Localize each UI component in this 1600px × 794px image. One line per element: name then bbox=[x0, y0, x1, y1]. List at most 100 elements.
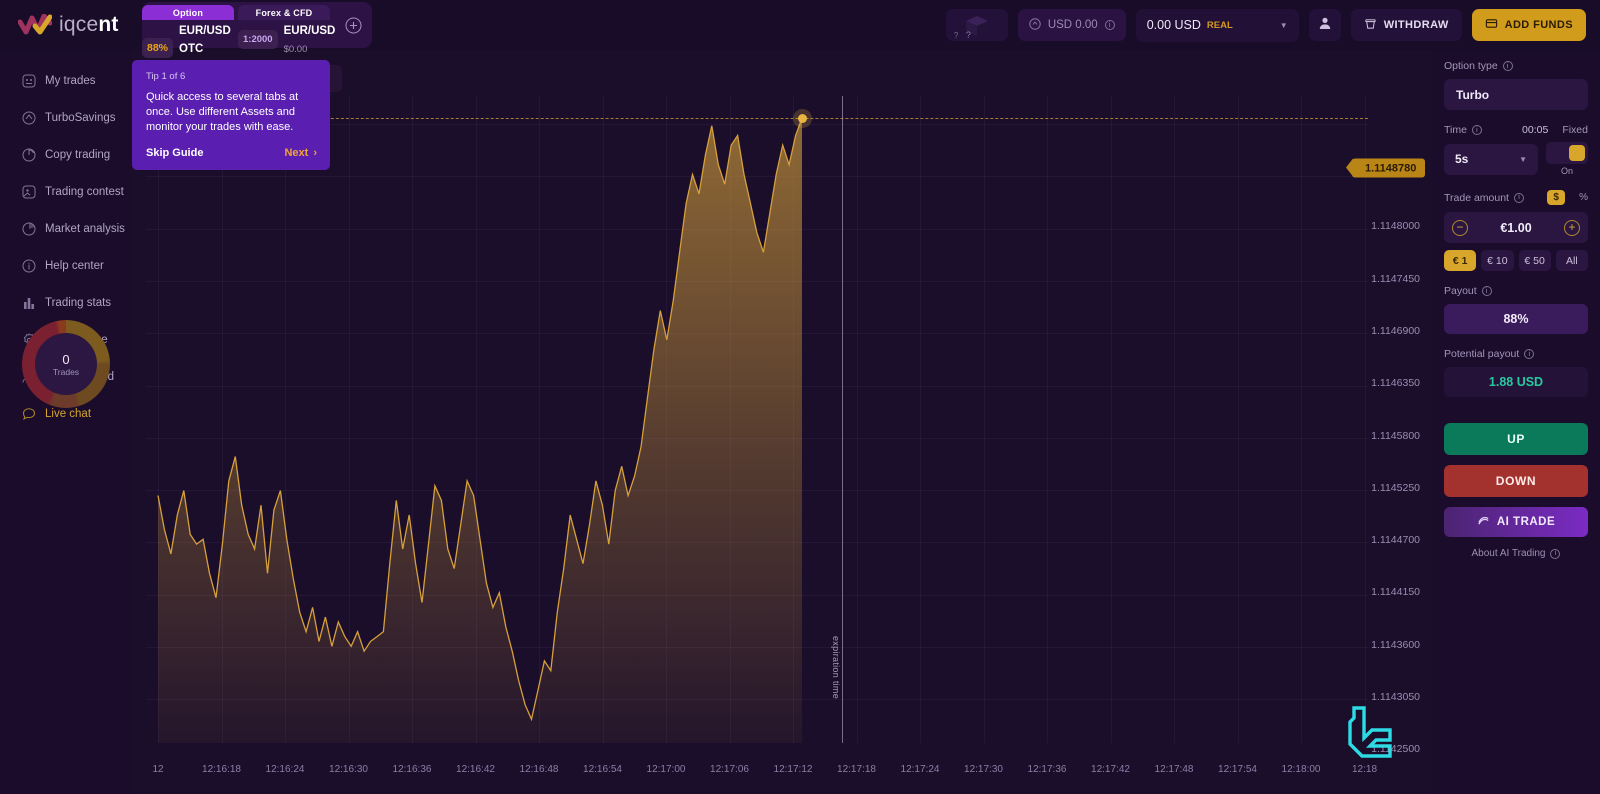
time-axis-tick: 12:16:36 bbox=[392, 764, 432, 775]
sidebar-item-label: Market analysis bbox=[45, 223, 125, 235]
withdraw-button[interactable]: WITHDRAW bbox=[1350, 9, 1462, 41]
time-axis-tick: 12:17:42 bbox=[1091, 764, 1130, 775]
time-axis-tick: 12 bbox=[152, 764, 164, 775]
time-label: Time bbox=[1444, 124, 1467, 136]
price-axis: 1.11485501.11480001.11474501.11469001.11… bbox=[1336, 100, 1432, 794]
guide-next-button[interactable]: Next › bbox=[284, 147, 317, 159]
option-type-info-icon[interactable]: i bbox=[1502, 61, 1513, 71]
trade-amount-label: Trade amount bbox=[1444, 191, 1509, 204]
time-axis-tick: 12:16:24 bbox=[265, 764, 305, 775]
add-funds-button[interactable]: ADD FUNDS bbox=[1471, 9, 1586, 41]
sidebar-item-trading-stats[interactable]: Trading stats bbox=[0, 290, 132, 316]
price-axis-tick: 1.1146350 bbox=[1371, 377, 1420, 390]
bonus-info-icon[interactable]: i bbox=[1104, 20, 1115, 30]
time-axis-tick: 12:16:48 bbox=[519, 764, 559, 775]
asset-tab-option[interactable]: Option 88% EUR/USD OTC $0.00 bbox=[142, 3, 238, 73]
top-bar: iqcent Option 88% EUR/USD OTC $0.00 Fore… bbox=[0, 0, 1600, 73]
brand-name-light: iqce bbox=[59, 13, 99, 36]
gift-box-button[interactable]: ? ? bbox=[945, 9, 1008, 41]
ai-trade-button[interactable]: AI TRADE bbox=[1444, 507, 1588, 537]
balance-selector[interactable]: 0.00 USD REAL ▼ bbox=[1135, 8, 1299, 42]
turbo-savings-icon bbox=[22, 111, 36, 125]
down-button[interactable]: DOWN bbox=[1444, 465, 1588, 497]
option-type-label: Option type bbox=[1444, 60, 1498, 72]
asset-tab-forex[interactable]: Forex & CFD 1:2000 EUR/USD $0.00 bbox=[238, 3, 335, 55]
ai-sparkle-icon bbox=[1477, 514, 1490, 530]
top-bar-right: ? ? USD 0.00 i 0.00 USD REAL ▼ WITHDRAW … bbox=[945, 8, 1600, 42]
price-axis-tick: 1.1145800 bbox=[1371, 429, 1420, 442]
add-funds-label: ADD FUNDS bbox=[1504, 19, 1573, 31]
fixed-time-toggle[interactable] bbox=[1546, 142, 1588, 164]
quick-amount-button-0[interactable]: € 1 bbox=[1444, 250, 1477, 271]
price-axis-tick: 1.1143600 bbox=[1371, 638, 1420, 651]
price-axis-tick: 1.1148000 bbox=[1371, 220, 1420, 233]
trade-amount-stepper[interactable]: − €1.00 + bbox=[1444, 212, 1588, 243]
time-info-icon[interactable]: i bbox=[1471, 125, 1482, 135]
about-ai-label: About AI Trading bbox=[1471, 548, 1546, 559]
current-price-marker bbox=[797, 113, 807, 123]
time-axis-tick: 12:16:18 bbox=[202, 764, 241, 775]
bonus-label: USD 0.00 bbox=[1047, 19, 1098, 31]
plus-circle-icon[interactable]: + bbox=[1564, 219, 1580, 236]
option-type-label-row: Option type i bbox=[1444, 60, 1588, 72]
my-trades-icon bbox=[22, 74, 36, 88]
bonus-balance-chip[interactable]: USD 0.00 i bbox=[1017, 9, 1126, 41]
add-asset-icon[interactable] bbox=[340, 12, 366, 38]
quick-amount-button-1[interactable]: € 10 bbox=[1481, 250, 1514, 271]
minus-circle-icon[interactable]: − bbox=[1452, 219, 1468, 236]
brand-name-bold: nt bbox=[98, 13, 119, 36]
time-axis-tick: 12:18:00 bbox=[1281, 764, 1321, 775]
time-axis-tick: 12:18 bbox=[1351, 764, 1378, 775]
chevron-down-icon[interactable]: ▼ bbox=[1280, 21, 1288, 30]
up-button[interactable]: UP bbox=[1444, 423, 1588, 455]
quick-amount-button-2[interactable]: € 50 bbox=[1518, 250, 1551, 271]
asset-leverage-badge: 1:2000 bbox=[238, 29, 278, 49]
trades-count: 0 bbox=[62, 351, 70, 367]
currency-mode-button[interactable]: $ bbox=[1547, 190, 1566, 205]
potential-payout-info-icon[interactable]: i bbox=[1524, 349, 1535, 359]
sidebar-item-label: Trading contest bbox=[45, 186, 124, 198]
time-countdown: 00:05 bbox=[1522, 124, 1549, 136]
trade-amount-value[interactable]: €1.00 bbox=[1500, 221, 1531, 235]
sidebar-item-label: Help center bbox=[45, 260, 104, 272]
bonus-icon bbox=[1029, 17, 1041, 33]
trades-donut-widget[interactable]: 0 Trades bbox=[22, 320, 110, 408]
time-axis-tick: 12:17:24 bbox=[900, 764, 940, 775]
sidebar-item-market-analysis[interactable]: Market analysis bbox=[0, 216, 132, 242]
percent-mode-button[interactable]: % bbox=[1579, 192, 1588, 203]
about-ai-info-icon[interactable]: i bbox=[1550, 548, 1561, 559]
brand-logo[interactable]: iqcent bbox=[0, 13, 140, 37]
expiry-time-select[interactable]: 5s ▼ bbox=[1444, 143, 1538, 175]
trade-amount-label-row: Trade amount i bbox=[1444, 192, 1524, 204]
sidebar-item-help-center[interactable]: Help center bbox=[0, 253, 132, 279]
gift-q1: ? bbox=[953, 31, 959, 40]
time-axis-tick: 12:17:30 bbox=[964, 764, 1003, 775]
sidebar-item-turbosavings[interactable]: TurboSavings bbox=[0, 105, 132, 131]
trade-amount-info-icon[interactable]: i bbox=[1513, 192, 1524, 203]
time-axis-tick: 12:17:12 bbox=[773, 764, 813, 775]
time-axis-tick: 12:16:42 bbox=[456, 764, 495, 775]
quick-amount-group: € 1 € 10 € 50 All bbox=[1444, 250, 1588, 271]
toggle-knob bbox=[1569, 145, 1585, 161]
option-type-select[interactable]: Turbo bbox=[1444, 79, 1588, 110]
user-icon bbox=[1318, 16, 1332, 35]
trading-contest-icon bbox=[22, 185, 36, 199]
sidebar-item-label: My trades bbox=[45, 75, 96, 87]
time-label-row: Time i bbox=[1444, 124, 1482, 136]
guide-step-counter: Tip 1 of 6 bbox=[146, 71, 186, 82]
guide-next-label: Next bbox=[284, 147, 309, 159]
about-ai-trading-link[interactable]: About AI Trading i bbox=[1444, 548, 1588, 559]
quick-amount-button-3[interactable]: All bbox=[1555, 250, 1588, 271]
payout-label: Payout bbox=[1444, 285, 1477, 297]
skip-guide-button[interactable]: Skip Guide bbox=[146, 147, 203, 159]
sidebar-item-label: Live chat bbox=[45, 408, 92, 420]
asset-value-forex: $0.00 bbox=[283, 44, 308, 55]
sidebar-item-copy-trading[interactable]: Copy trading bbox=[0, 142, 132, 168]
payout-info-icon[interactable]: i bbox=[1481, 286, 1492, 296]
sidebar-item-my-trades[interactable]: My trades bbox=[0, 68, 132, 94]
sidebar-item-trading-contest[interactable]: Trading contest bbox=[0, 179, 132, 205]
withdraw-label: WITHDRAW bbox=[1383, 19, 1449, 31]
asset-tab-category-forex: Forex & CFD bbox=[238, 5, 330, 20]
live-chat-icon bbox=[22, 407, 36, 421]
profile-button[interactable] bbox=[1308, 9, 1341, 41]
